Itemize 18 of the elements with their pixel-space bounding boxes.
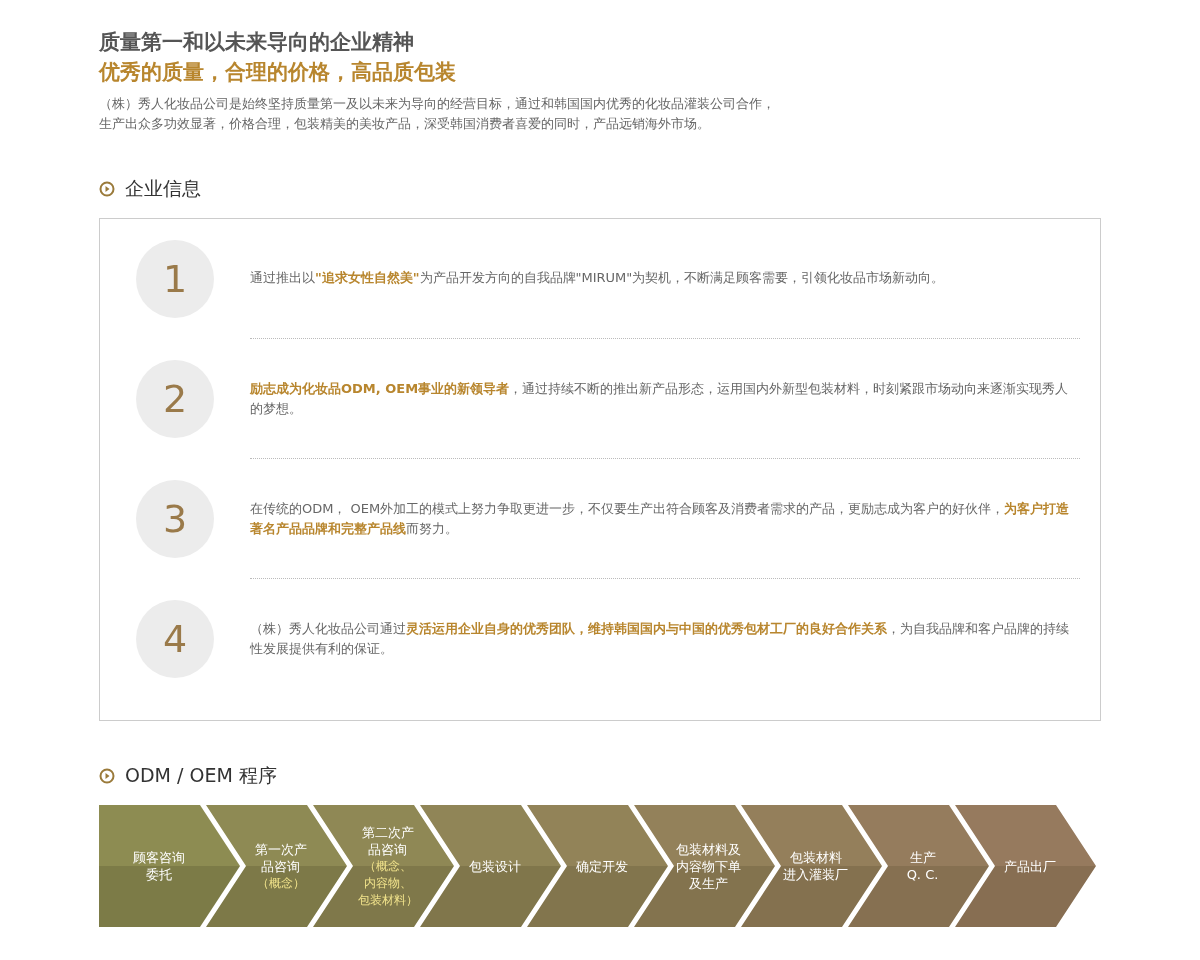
process-step: 顾客咨询 委托	[99, 805, 240, 927]
process-step: 产品出厂	[955, 805, 1096, 927]
section-title: 企业信息	[125, 176, 201, 201]
info-text: 通过推出以"追求女性自然美"为产品开发方向的自我品牌"MIRUM"为契机，不断满足顾客需要，引领化妆品市场新动向。	[250, 269, 945, 287]
page-title: 质量第一和以未来导向的企业精神	[99, 29, 415, 56]
intro-text: 生产出众多功效显著，价格合理，包装精美的美妆产品，深受韩国消费者喜爱的同时，产品远销海外市场。	[99, 115, 711, 133]
number-circle: 1	[136, 240, 214, 318]
circle-play-icon	[99, 181, 115, 197]
info-text: 在传统的ODM， OEM外加工的模式上努力争取更进一步，不仅要生产出符合顾客及消费者需求的产品，更励志成为客户的好伙伴，为客户打造著名产品品牌和完整产品线而努力。	[250, 500, 1071, 538]
number-circle: 2	[136, 360, 214, 438]
info-text: 励志成为化妆品ODM, OEM事业的新领导者，通过持续不断的推出新产品形态，运用国内外新型包装材料，时刻紧跟市场动向来逐渐实现秀人的梦想。	[250, 380, 1070, 418]
number-circle: 4	[136, 600, 214, 678]
page-subtitle: 优秀的质量，合理的价格，高品质包装	[99, 59, 457, 86]
info-text: （株）秀人化妆品公司通过灵活运用企业自身的优秀团队，维持韩国国内与中国的优秀包材工厂的良好合作关系，为自我品牌和客户品牌的持续性发展提供有利的保证。	[250, 620, 1070, 658]
section-title: ODM / OEM 程序	[125, 763, 277, 788]
number-circle: 3	[136, 480, 214, 558]
circle-play-icon	[99, 768, 115, 784]
intro-text: （株）秀人化妆品公司是始终坚持质量第一及以未来为导向的经营目标，通过和韩国国内优秀的化妆品灌装公司合作，	[99, 95, 776, 113]
